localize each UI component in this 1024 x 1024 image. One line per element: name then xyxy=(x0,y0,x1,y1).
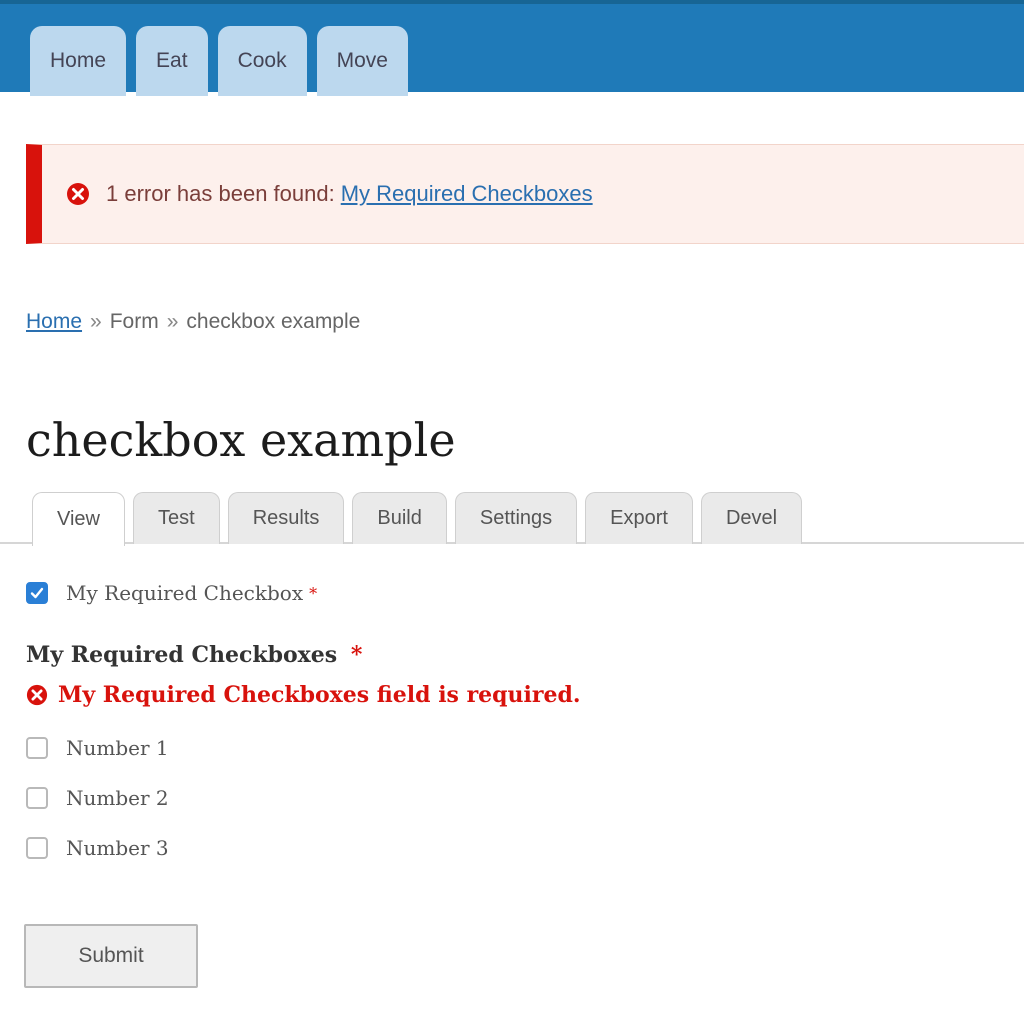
nav-tab-cook[interactable]: Cook xyxy=(217,26,307,96)
tab-export[interactable]: Export xyxy=(585,492,693,544)
breadcrumb-home[interactable]: Home xyxy=(26,310,82,334)
required-marker: * xyxy=(309,583,318,603)
checkbox-option: Number 3 xyxy=(26,836,169,860)
error-message-link[interactable]: My Required Checkboxes xyxy=(341,181,593,207)
checkbox-option: Number 2 xyxy=(26,786,169,810)
error-message-text: 1 error has been found: xyxy=(106,181,335,206)
breadcrumb-separator: » xyxy=(90,310,102,333)
checkbox-number-3[interactable] xyxy=(26,837,48,859)
checkboxes-legend: My Required Checkboxes * xyxy=(26,642,362,668)
checkbox-option-label: Number 2 xyxy=(66,786,169,810)
checkbox-option-label: Number 3 xyxy=(66,836,169,860)
site-header: Home Eat Cook Move xyxy=(0,0,1024,96)
main-nav: Home Eat Cook Move xyxy=(30,26,408,96)
tab-list: View Test Results Build Settings Export … xyxy=(32,492,803,546)
required-checkbox-item: My Required Checkbox * xyxy=(26,581,317,605)
tab-view[interactable]: View xyxy=(32,492,125,546)
breadcrumb-separator: » xyxy=(166,310,179,333)
breadcrumb-form: Form xyxy=(109,310,159,333)
error-icon xyxy=(26,684,48,706)
breadcrumb: Home » Form » checkbox example xyxy=(26,310,360,334)
required-marker: * xyxy=(350,642,363,668)
tab-devel[interactable]: Devel xyxy=(700,492,803,544)
field-error-text: My Required Checkboxes field is required… xyxy=(58,682,581,708)
field-error: My Required Checkboxes field is required… xyxy=(26,682,581,708)
required-checkbox-label: My Required Checkbox xyxy=(66,581,304,605)
checkbox-number-2[interactable] xyxy=(26,787,48,809)
checkboxes-legend-text: My Required Checkboxes xyxy=(26,642,338,668)
required-checkbox[interactable] xyxy=(26,582,48,604)
tab-test[interactable]: Test xyxy=(133,492,220,544)
page-title: checkbox example xyxy=(26,413,456,467)
checkbox-number-1[interactable] xyxy=(26,737,48,759)
checkbox-option: Number 1 xyxy=(26,736,169,760)
checkbox-option-label: Number 1 xyxy=(66,736,169,760)
error-icon xyxy=(67,183,89,205)
submit-button[interactable]: Submit xyxy=(24,924,198,988)
nav-tab-home[interactable]: Home xyxy=(30,26,127,96)
breadcrumb-current: checkbox example xyxy=(186,310,361,333)
local-tabs: View Test Results Build Settings Export … xyxy=(0,492,1024,546)
tab-settings[interactable]: Settings xyxy=(454,492,578,544)
error-message: 1 error has been found: My Required Chec… xyxy=(26,144,1024,244)
nav-tab-move[interactable]: Move xyxy=(316,26,408,96)
nav-tab-eat[interactable]: Eat xyxy=(136,26,208,96)
checkmark-icon xyxy=(30,587,44,599)
tab-build[interactable]: Build xyxy=(352,492,447,544)
tab-results[interactable]: Results xyxy=(227,492,345,544)
